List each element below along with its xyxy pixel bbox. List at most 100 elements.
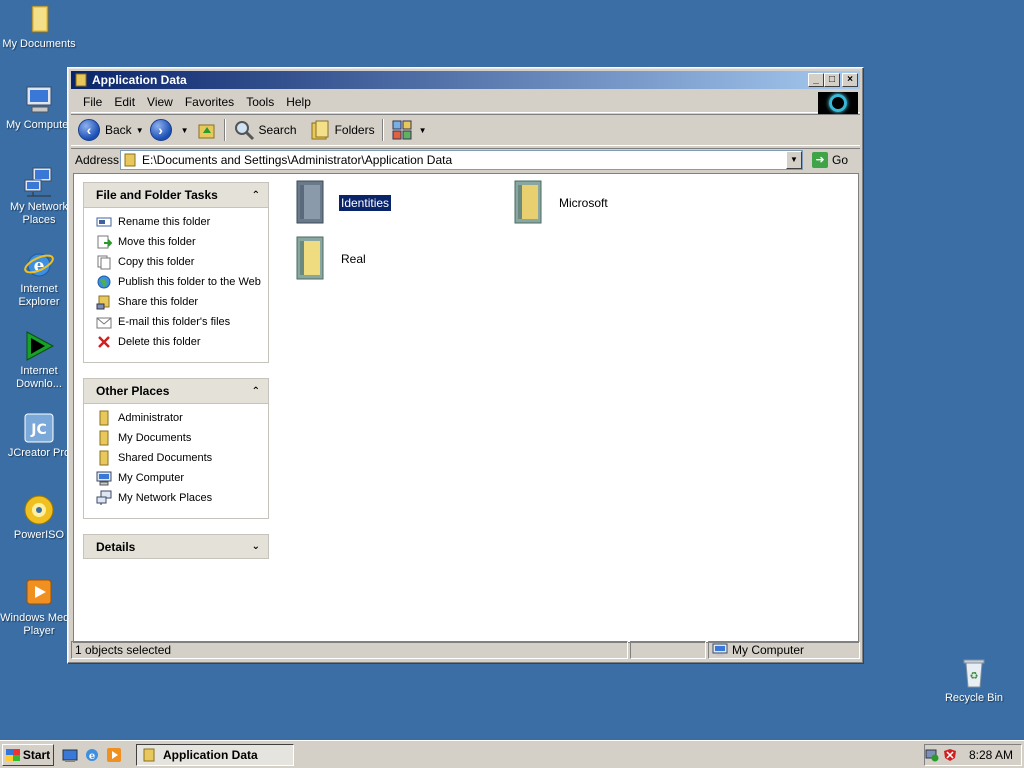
place-shared-documents[interactable]: Shared Documents [96, 450, 262, 470]
forward-arrow-icon: › [149, 119, 172, 141]
collapse-chevron-icon[interactable]: ⌃ [252, 190, 260, 201]
search-icon [234, 121, 254, 141]
status-zone: My Computer [708, 641, 860, 659]
show-desktop-icon[interactable] [62, 747, 78, 763]
place-my-computer[interactable]: My Computer [96, 470, 262, 490]
clock[interactable]: 8:28 AM [969, 748, 1013, 762]
search-button[interactable]: Search [230, 117, 300, 143]
back-button[interactable]: ‹ Back ▼ [75, 117, 147, 143]
folder-item-microsoft[interactable]: Microsoft [507, 179, 610, 227]
chevron-down-icon[interactable]: ▼ [419, 126, 427, 135]
folder-icon [96, 450, 112, 466]
search-label: Search [258, 123, 297, 137]
quick-launch: e [62, 747, 122, 763]
network-icon [23, 166, 55, 198]
menu-edit[interactable]: Edit [108, 95, 141, 109]
folder-name: Identities [337, 194, 393, 212]
address-input[interactable]: E:\Documents and Settings\Administrator\… [120, 149, 803, 170]
back-label: Back [105, 123, 132, 137]
menu-file[interactable]: File [77, 95, 108, 109]
move-icon [96, 234, 113, 250]
place-administrator[interactable]: Administrator [96, 410, 262, 430]
menu-view[interactable]: View [141, 95, 179, 109]
computer-icon [23, 84, 55, 116]
menu-tools[interactable]: Tools [240, 95, 280, 109]
task-publish-folder[interactable]: Publish this folder to the Web [96, 274, 262, 294]
up-folder-button[interactable] [192, 117, 220, 143]
network-tray-icon[interactable] [925, 748, 939, 762]
jcreator-icon: JC [23, 412, 55, 444]
views-button[interactable]: ▼ [388, 117, 430, 143]
folder-name: Microsoft [559, 196, 608, 210]
menu-help[interactable]: Help [280, 95, 317, 109]
desktop-icon-label: My Documents [2, 38, 76, 50]
windows-flag-icon [5, 748, 20, 761]
media-player-icon[interactable] [106, 747, 122, 763]
globe-icon [96, 274, 112, 290]
desktop-icon-my-documents[interactable]: My Documents [0, 3, 78, 51]
download-arrow-icon [23, 330, 55, 362]
folders-label: Folders [334, 123, 375, 137]
folder-item-identities[interactable]: Identities [289, 179, 393, 227]
task-move-folder[interactable]: Move this folder [96, 234, 262, 254]
email-icon [96, 314, 112, 330]
go-label: Go [831, 152, 848, 167]
details-header[interactable]: Details ⌄ [83, 534, 269, 559]
folder-icon [96, 410, 112, 426]
address-bar: Address E:\Documents and Settings\Admini… [71, 148, 860, 170]
task-share-folder[interactable]: Share this folder [96, 294, 262, 314]
place-my-network-places[interactable]: My Network Places [96, 490, 262, 510]
window-title: Application Data [92, 73, 187, 87]
collapse-chevron-icon[interactable]: ⌃ [252, 386, 260, 397]
maximize-button[interactable]: □ [824, 73, 840, 87]
other-places-header[interactable]: Other Places ⌃ [83, 378, 269, 403]
folder-content-area[interactable]: File and Folder Tasks ⌃ Rename this fold… [73, 173, 859, 643]
close-button[interactable]: × [842, 73, 858, 87]
title-bar[interactable]: Application Data _ □ × [71, 71, 860, 89]
start-button[interactable]: Start [2, 743, 54, 766]
menu-favorites[interactable]: Favorites [179, 95, 240, 109]
folder-item-real[interactable]: Real [289, 235, 368, 283]
folder-icon [124, 153, 136, 167]
place-my-documents[interactable]: My Documents [96, 430, 262, 450]
security-alert-icon[interactable] [943, 748, 957, 762]
address-dropdown-button[interactable]: ▼ [786, 150, 802, 169]
computer-icon [96, 470, 112, 486]
task-delete-folder[interactable]: Delete this folder [96, 334, 262, 354]
task-rename-folder[interactable]: Rename this folder [96, 214, 262, 234]
go-button[interactable]: ➜ Go [811, 151, 848, 168]
file-folder-tasks-header[interactable]: File and Folder Tasks ⌃ [83, 182, 269, 207]
details-panel: Details ⌄ [83, 534, 269, 559]
status-selection: 1 objects selected [71, 641, 628, 659]
minimize-button[interactable]: _ [808, 73, 824, 87]
forward-button[interactable]: › ▼ [147, 117, 192, 143]
chevron-down-icon[interactable]: ▼ [136, 126, 144, 135]
network-icon [96, 490, 112, 506]
address-value: E:\Documents and Settings\Administrator\… [142, 152, 453, 167]
task-copy-folder[interactable]: Copy this folder [96, 254, 262, 274]
internet-explorer-icon[interactable]: e [84, 747, 100, 763]
windows-logo-icon [818, 92, 858, 114]
menu-bar: File Edit View Favorites Tools Help [71, 91, 860, 114]
taskbar-item-application-data[interactable]: Application Data [136, 743, 294, 766]
disc-icon [23, 494, 55, 526]
views-icon [392, 120, 412, 140]
svg-text:e: e [89, 751, 95, 762]
chevron-down-icon[interactable]: ▼ [181, 126, 189, 135]
explorer-window[interactable]: Application Data _ □ × File Edit View Fa… [67, 67, 864, 664]
folders-button[interactable]: Folders [306, 117, 378, 143]
share-icon [96, 294, 112, 310]
back-arrow-icon: ‹ [78, 119, 100, 141]
media-player-icon [23, 577, 55, 609]
file-list: Identities Microsoft Real [279, 174, 858, 642]
go-arrow-icon: ➜ [811, 151, 828, 168]
desktop-icon-recycle-bin[interactable]: ♻ Recycle Bin [935, 657, 1013, 705]
svg-text:♻: ♻ [970, 671, 979, 682]
folders-icon [311, 120, 329, 140]
folder-icon [96, 430, 112, 446]
status-bar: 1 objects selected My Computer [71, 641, 860, 661]
expand-chevron-icon[interactable]: ⌄ [252, 541, 260, 552]
svg-text:JC: JC [30, 422, 46, 438]
other-places-panel: Other Places ⌃ Administrator My Document… [83, 378, 269, 519]
task-email-files[interactable]: E-mail this folder's files [96, 314, 262, 334]
